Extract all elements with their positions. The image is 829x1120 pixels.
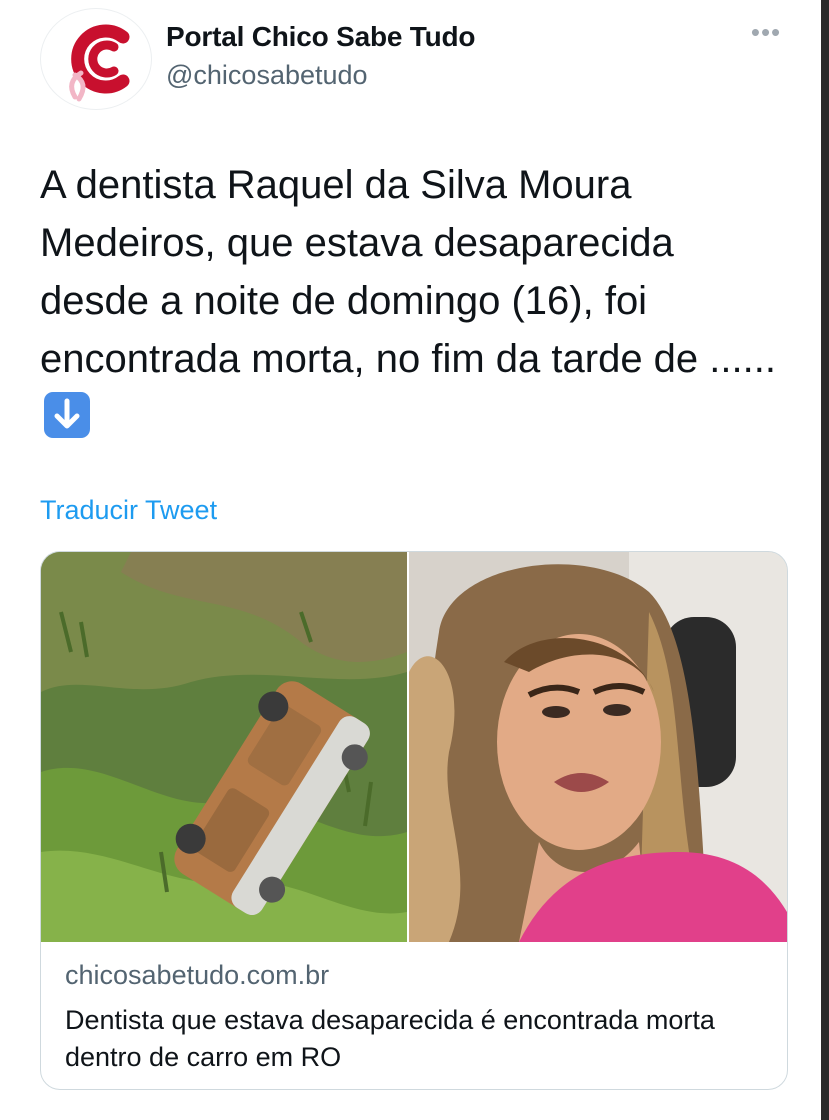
tweet-text: A dentista Raquel da Silva Moura Medeiro…	[40, 156, 780, 446]
more-options-icon[interactable]: •••	[748, 19, 784, 45]
translate-tweet-link[interactable]: Traducir Tweet	[40, 495, 217, 526]
link-card[interactable]: chicosabetudo.com.br Dentista que estava…	[40, 551, 788, 1090]
screen-edge	[821, 0, 829, 1120]
card-title: Dentista que estava desaparecida é encon…	[65, 1005, 715, 1072]
author-name[interactable]: Portal Chico Sabe Tudo	[166, 21, 476, 53]
tweet-text-body: A dentista Raquel da Silva Moura Medeiro…	[40, 163, 776, 381]
portal-logo-icon	[69, 24, 130, 102]
avatar[interactable]	[40, 8, 152, 110]
card-domain: chicosabetudo.com.br	[65, 960, 330, 990]
author-handle[interactable]: @chicosabetudo	[166, 60, 368, 91]
card-media[interactable]	[41, 552, 787, 942]
car-crash-photo	[41, 552, 407, 942]
woman-portrait-photo	[409, 552, 787, 942]
down-arrow-emoji-icon	[44, 392, 90, 438]
tweet-header: Portal Chico Sabe Tudo @chicosabetudo ••…	[40, 8, 790, 110]
